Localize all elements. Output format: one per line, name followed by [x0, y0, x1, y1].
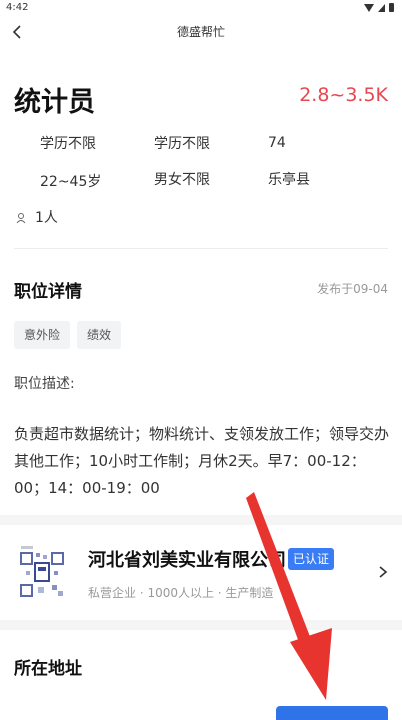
tag-item: 绩效 — [77, 321, 122, 349]
nav-bar: 德盛帮忙 — [0, 16, 402, 48]
attr-education-2: 学历不限 — [154, 136, 210, 152]
section-gap — [0, 620, 402, 630]
chevron-right-icon — [378, 564, 388, 578]
company-card[interactable]: 河北省刘美实业有限公司 已认证 私营企业 · 1000人以上 · 生产制造 — [0, 527, 402, 619]
attr-location: 乐亭县 — [268, 172, 310, 188]
attr-age: 22~45岁 — [40, 174, 102, 190]
tag-item: 意外险 — [14, 321, 71, 349]
people-icon — [16, 209, 28, 224]
company-meta: 私营企业 · 1000人以上 · 生产制造 — [88, 586, 274, 600]
company-name: 河北省刘美实业有限公司 — [88, 550, 286, 571]
wifi-icon — [364, 3, 374, 12]
description-label: 职位描述: — [14, 376, 75, 392]
description-text: 负责超市数据统计；物料统计、支领发放工作；领导交办其他工作；10小时工作制；月休… — [14, 425, 390, 497]
headcount: 1人 — [35, 210, 58, 226]
attr-gender: 男女不限 — [154, 172, 210, 188]
apply-button[interactable] — [276, 706, 388, 720]
status-time: 4:42 — [6, 2, 29, 13]
publish-date: 发布于09-04 — [317, 282, 388, 296]
verified-badge: 已认证 — [288, 548, 335, 570]
attr-education: 学历不限 — [40, 136, 96, 152]
signal-icon — [378, 3, 385, 12]
details-section-title: 职位详情 — [14, 282, 82, 302]
divider — [14, 248, 388, 249]
company-logo-qr-icon — [18, 545, 66, 599]
location-section-title: 所在地址 — [14, 659, 82, 679]
status-icons — [364, 3, 394, 12]
attr-number: 74 — [268, 135, 286, 151]
section-gap — [0, 515, 402, 525]
battery-icon — [389, 3, 394, 12]
salary: 2.8~3.5K — [299, 84, 388, 106]
job-title: 统计员 — [14, 87, 95, 118]
page-title: 德盛帮忙 — [176, 25, 225, 39]
status-bar: 4:42 — [0, 0, 402, 16]
